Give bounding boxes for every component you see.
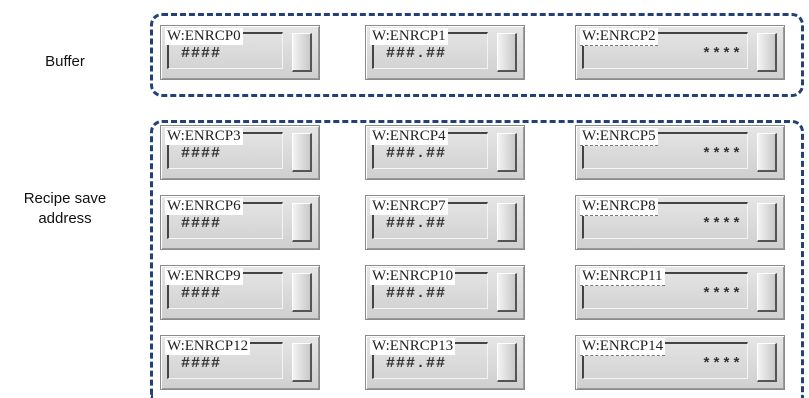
field-format: ####	[181, 355, 222, 372]
field-knob	[292, 343, 312, 382]
field-format: ****	[701, 356, 742, 373]
recipe-field-enrcp10[interactable]: W:ENRCP10 ###.##	[365, 265, 525, 320]
field-format: ###.##	[386, 145, 447, 162]
field-format: ####	[181, 45, 222, 62]
recipe-label-line2: address	[38, 210, 92, 227]
recipe-field-enrcp12[interactable]: W:ENRCP12 ####	[160, 335, 320, 390]
recipe-field-enrcp14[interactable]: W:ENRCP14 ****	[575, 335, 785, 390]
field-address: W:ENRCP10	[370, 268, 456, 285]
field-knob	[292, 33, 312, 72]
buffer-field-enrcp0[interactable]: W:ENRCP0 ####	[160, 25, 320, 80]
field-address: W:ENRCP1	[370, 28, 448, 45]
field-format: ####	[181, 145, 222, 162]
field-knob	[497, 273, 517, 312]
field-knob	[497, 33, 517, 72]
field-format: ****	[701, 216, 742, 233]
field-address: W:ENRCP8	[580, 198, 658, 216]
field-format: ###.##	[386, 215, 447, 232]
field-knob	[497, 133, 517, 172]
recipe-save-address-label: Recipe save address	[0, 189, 130, 229]
field-knob	[497, 343, 517, 382]
recipe-field-enrcp5[interactable]: W:ENRCP5 ****	[575, 125, 785, 180]
field-address: W:ENRCP13	[370, 338, 456, 355]
field-format: ###.##	[386, 285, 447, 302]
field-knob	[757, 133, 777, 172]
recipe-field-enrcp9[interactable]: W:ENRCP9 ####	[160, 265, 320, 320]
recipe-field-enrcp11[interactable]: W:ENRCP11 ****	[575, 265, 785, 320]
field-format: ****	[701, 286, 742, 303]
field-knob	[292, 273, 312, 312]
buffer-label: Buffer	[45, 53, 85, 70]
field-knob	[292, 133, 312, 172]
field-knob	[757, 203, 777, 242]
recipe-label-line1: Recipe save	[23, 190, 107, 207]
field-knob	[292, 203, 312, 242]
field-address: W:ENRCP14	[580, 338, 666, 356]
recipe-field-enrcp4[interactable]: W:ENRCP4 ###.##	[365, 125, 525, 180]
field-address: W:ENRCP2	[580, 28, 658, 46]
field-knob	[497, 203, 517, 242]
field-address: W:ENRCP0	[165, 28, 243, 45]
field-format: ###.##	[386, 355, 447, 372]
field-format: ###.##	[386, 45, 447, 62]
recipe-field-enrcp3[interactable]: W:ENRCP3 ####	[160, 125, 320, 180]
field-address: W:ENRCP12	[165, 338, 251, 355]
field-address: W:ENRCP11	[580, 268, 665, 286]
field-format: ####	[181, 215, 222, 232]
field-knob	[757, 343, 777, 382]
recipe-field-enrcp6[interactable]: W:ENRCP6 ####	[160, 195, 320, 250]
field-address: W:ENRCP4	[370, 128, 448, 145]
buffer-field-enrcp2[interactable]: W:ENRCP2 ****	[575, 25, 785, 80]
buffer-field-enrcp1[interactable]: W:ENRCP1 ###.##	[365, 25, 525, 80]
field-format: ####	[181, 285, 222, 302]
field-address: W:ENRCP6	[165, 198, 243, 215]
recipe-field-enrcp7[interactable]: W:ENRCP7 ###.##	[365, 195, 525, 250]
field-address: W:ENRCP7	[370, 198, 448, 215]
field-knob	[757, 273, 777, 312]
field-address: W:ENRCP3	[165, 128, 243, 145]
recipe-field-enrcp8[interactable]: W:ENRCP8 ****	[575, 195, 785, 250]
field-format: ****	[701, 146, 742, 163]
field-format: ****	[701, 46, 742, 63]
field-address: W:ENRCP9	[165, 268, 243, 285]
field-knob	[757, 33, 777, 72]
field-address: W:ENRCP5	[580, 128, 658, 146]
recipe-field-enrcp13[interactable]: W:ENRCP13 ###.##	[365, 335, 525, 390]
